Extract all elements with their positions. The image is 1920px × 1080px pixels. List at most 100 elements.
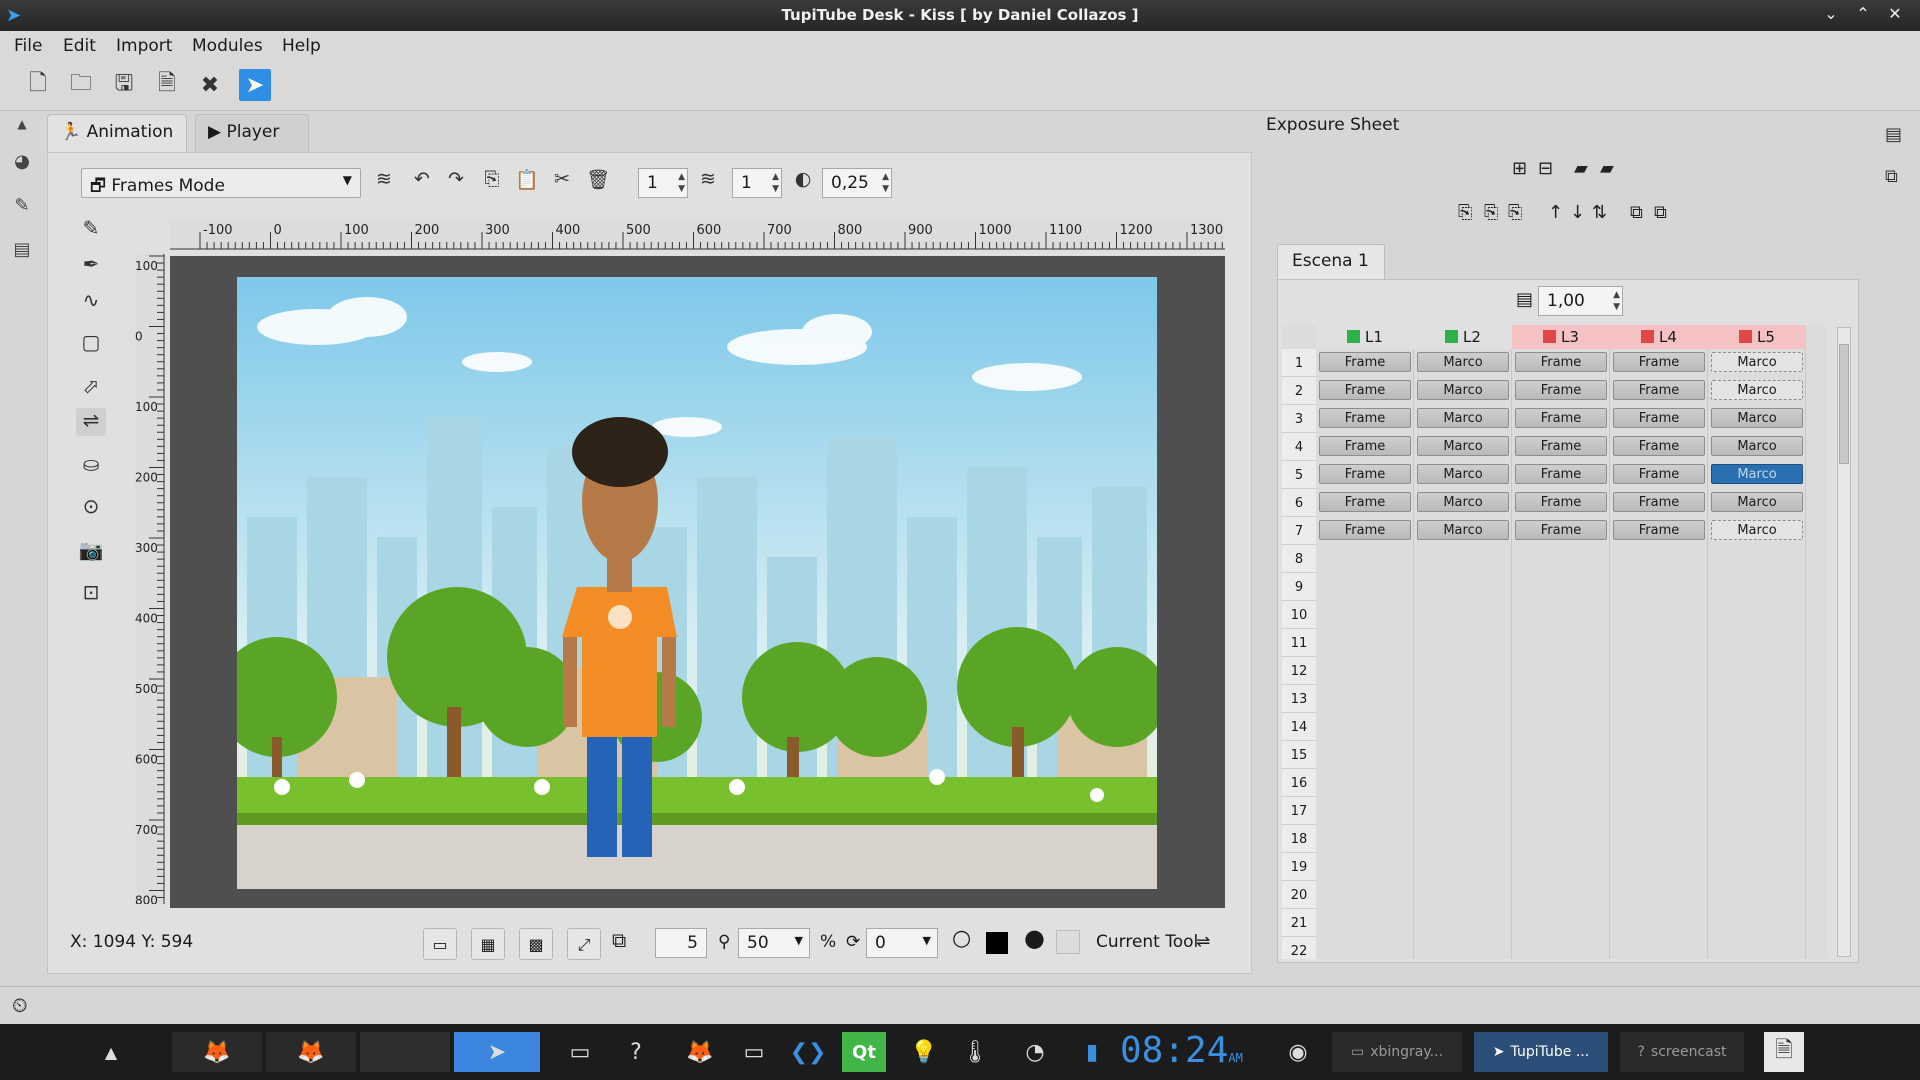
frames-stack-icon[interactable]: ⧉	[612, 928, 626, 952]
menu-edit[interactable]: Edit	[63, 36, 96, 56]
opacity-spin[interactable]: 0,25 ▲ ▼	[822, 168, 892, 198]
save-icon[interactable]: 🖫	[108, 69, 140, 101]
layer-header-l3[interactable]: L3	[1512, 325, 1610, 349]
frame-cell[interactable]: Frame	[1613, 408, 1705, 428]
move-up-icon[interactable]: ↑	[1548, 202, 1563, 223]
stroke-color-swatch[interactable]	[986, 932, 1008, 954]
frame-cell[interactable]: Marco	[1711, 436, 1803, 456]
frame-cell[interactable]: Frame	[1613, 352, 1705, 372]
frame-cell[interactable]: Marco	[1417, 520, 1509, 540]
add-scene-icon[interactable]: ▰	[1574, 158, 1588, 179]
frame-cell[interactable]: Marco	[1711, 492, 1803, 512]
move-down-icon[interactable]: ↓	[1570, 202, 1585, 223]
stroke-outline-icon[interactable]: ○	[952, 926, 971, 951]
tab-scene-1[interactable]: Escena 1	[1277, 244, 1385, 280]
safe-area-icon[interactable]: ▭	[423, 928, 457, 960]
frame-cell[interactable]: Frame	[1515, 464, 1607, 484]
frame-cell[interactable]: Marco	[1711, 464, 1803, 484]
insert-frame-icon[interactable]: ⎘	[1458, 202, 1472, 223]
firefox-icon[interactable]: 🦊	[172, 1032, 262, 1072]
library-icon[interactable]: ▤	[10, 239, 34, 263]
copy-icon[interactable]: ⎘	[478, 168, 506, 196]
menu-file[interactable]: File	[14, 36, 42, 56]
frame-cell[interactable]: Frame	[1319, 464, 1411, 484]
layer-header-l5[interactable]: L5	[1708, 325, 1806, 349]
fps-spin[interactable]: 1,00 ▲ ▼	[1538, 286, 1623, 316]
close-project-icon[interactable]: ✖	[194, 69, 226, 101]
zoom-select[interactable]: 50 ▼	[738, 928, 810, 958]
animation-stage[interactable]	[237, 277, 1157, 889]
frame-cell[interactable]: Frame	[1613, 464, 1705, 484]
frame-cell[interactable]: Frame	[1613, 380, 1705, 400]
frame-cell[interactable]: Marco	[1711, 520, 1803, 540]
frame-cell[interactable]: Frame	[1613, 492, 1705, 512]
exposure-toggle-icon[interactable]: ▤	[1885, 124, 1902, 145]
frame-cell[interactable]: Marco	[1417, 436, 1509, 456]
frame-cell[interactable]: Marco	[1711, 352, 1803, 372]
layer-visibility-icon[interactable]	[1641, 330, 1655, 343]
ink-tool-icon[interactable]: ✒	[76, 252, 106, 280]
remove-scene-icon[interactable]: ▰	[1600, 158, 1614, 179]
terminal-icon[interactable]: ▭	[560, 1032, 600, 1072]
frame-cell[interactable]: Frame	[1319, 436, 1411, 456]
notes-icon[interactable]: ▮	[1072, 1032, 1112, 1072]
eraser-tool-icon[interactable]: ⊙	[76, 494, 106, 522]
task-screencast[interactable]: ? screencast	[1620, 1032, 1744, 1072]
frame-cell[interactable]: Marco	[1417, 464, 1509, 484]
empty-desktop-icon[interactable]	[360, 1032, 450, 1072]
timeline-toggle-icon[interactable]: ⧉	[1885, 166, 1898, 187]
frame-cell[interactable]: Marco	[1417, 408, 1509, 428]
fill-circle-icon[interactable]: ●	[1024, 924, 1045, 952]
frame-cell[interactable]: Frame	[1515, 520, 1607, 540]
frame-cell[interactable]: Frame	[1515, 492, 1607, 512]
save-as-icon[interactable]: 🗎	[151, 69, 183, 101]
frame-cell[interactable]: Frame	[1613, 520, 1705, 540]
next-frames-spin[interactable]: 1 ▲ ▼	[732, 168, 782, 198]
frame-cell[interactable]: Frame	[1319, 380, 1411, 400]
history-icon[interactable]: ⏲	[12, 993, 28, 1017]
frame-cell[interactable]: Marco	[1711, 380, 1803, 400]
frame-cell[interactable]: Frame	[1613, 436, 1705, 456]
collapse-up-icon[interactable]: ▲	[10, 117, 34, 141]
reverse-icon[interactable]: ⇅	[1592, 202, 1607, 223]
grid-fine-icon[interactable]: ▩	[519, 928, 553, 960]
frame-cell[interactable]: Frame	[1515, 408, 1607, 428]
undo-icon[interactable]: ↶	[408, 168, 436, 196]
shape-tool-icon[interactable]: ▢	[76, 330, 106, 358]
onion-skin-icon[interactable]: ≋	[370, 168, 398, 196]
layer-header-l4[interactable]: L4	[1610, 325, 1708, 349]
qt-icon[interactable]: Qt	[842, 1032, 886, 1072]
vscode-icon[interactable]: ❮❯	[788, 1032, 828, 1072]
frame-cell[interactable]: Marco	[1417, 352, 1509, 372]
maximize-icon[interactable]: ⌃	[1852, 4, 1874, 23]
layer-visibility-icon[interactable]	[1445, 330, 1459, 343]
delete-icon[interactable]: 🗑	[584, 168, 612, 196]
fill-color-swatch[interactable]	[1056, 930, 1080, 954]
file-icon[interactable]: 🗎	[1764, 1032, 1804, 1072]
polyline-tool-icon[interactable]: ∿	[76, 288, 106, 316]
menu-help[interactable]: Help	[282, 36, 321, 56]
tab-animation[interactable]: 🏃 Animation	[47, 114, 187, 152]
brush-icon[interactable]: ✎	[10, 195, 34, 219]
frame-cell[interactable]: Marco	[1711, 408, 1803, 428]
frame-cell[interactable]: Frame	[1319, 520, 1411, 540]
task-xbingray[interactable]: ▭ xbingray...	[1332, 1032, 1462, 1072]
cut-icon[interactable]: ✂	[548, 168, 576, 196]
frame-cell[interactable]: Frame	[1319, 408, 1411, 428]
frame-cell[interactable]: Frame	[1515, 436, 1607, 456]
color-palette-icon[interactable]: ◕	[10, 151, 34, 175]
layer-header-l2[interactable]: L2	[1414, 325, 1512, 349]
bulb-icon[interactable]: 💡	[904, 1032, 944, 1072]
layer-visibility-icon[interactable]	[1543, 330, 1557, 343]
redo-icon[interactable]: ↷	[442, 168, 470, 196]
tupitube-icon[interactable]: ➤	[239, 69, 271, 101]
taskbar-up-icon[interactable]: ▲	[96, 1032, 126, 1072]
mode-select[interactable]: 🗗 Frames Mode ▼	[81, 168, 361, 198]
frame-spin[interactable]: 5	[655, 928, 707, 958]
menu-modules[interactable]: Modules	[192, 36, 263, 56]
frame-cell[interactable]: Frame	[1319, 492, 1411, 512]
help-icon[interactable]: ?	[616, 1032, 656, 1072]
previous-frames-spin[interactable]: 1 ▲ ▼	[638, 168, 688, 198]
open-project-icon[interactable]: 🗀	[65, 69, 97, 101]
grid-icon[interactable]: ▦	[471, 928, 505, 960]
